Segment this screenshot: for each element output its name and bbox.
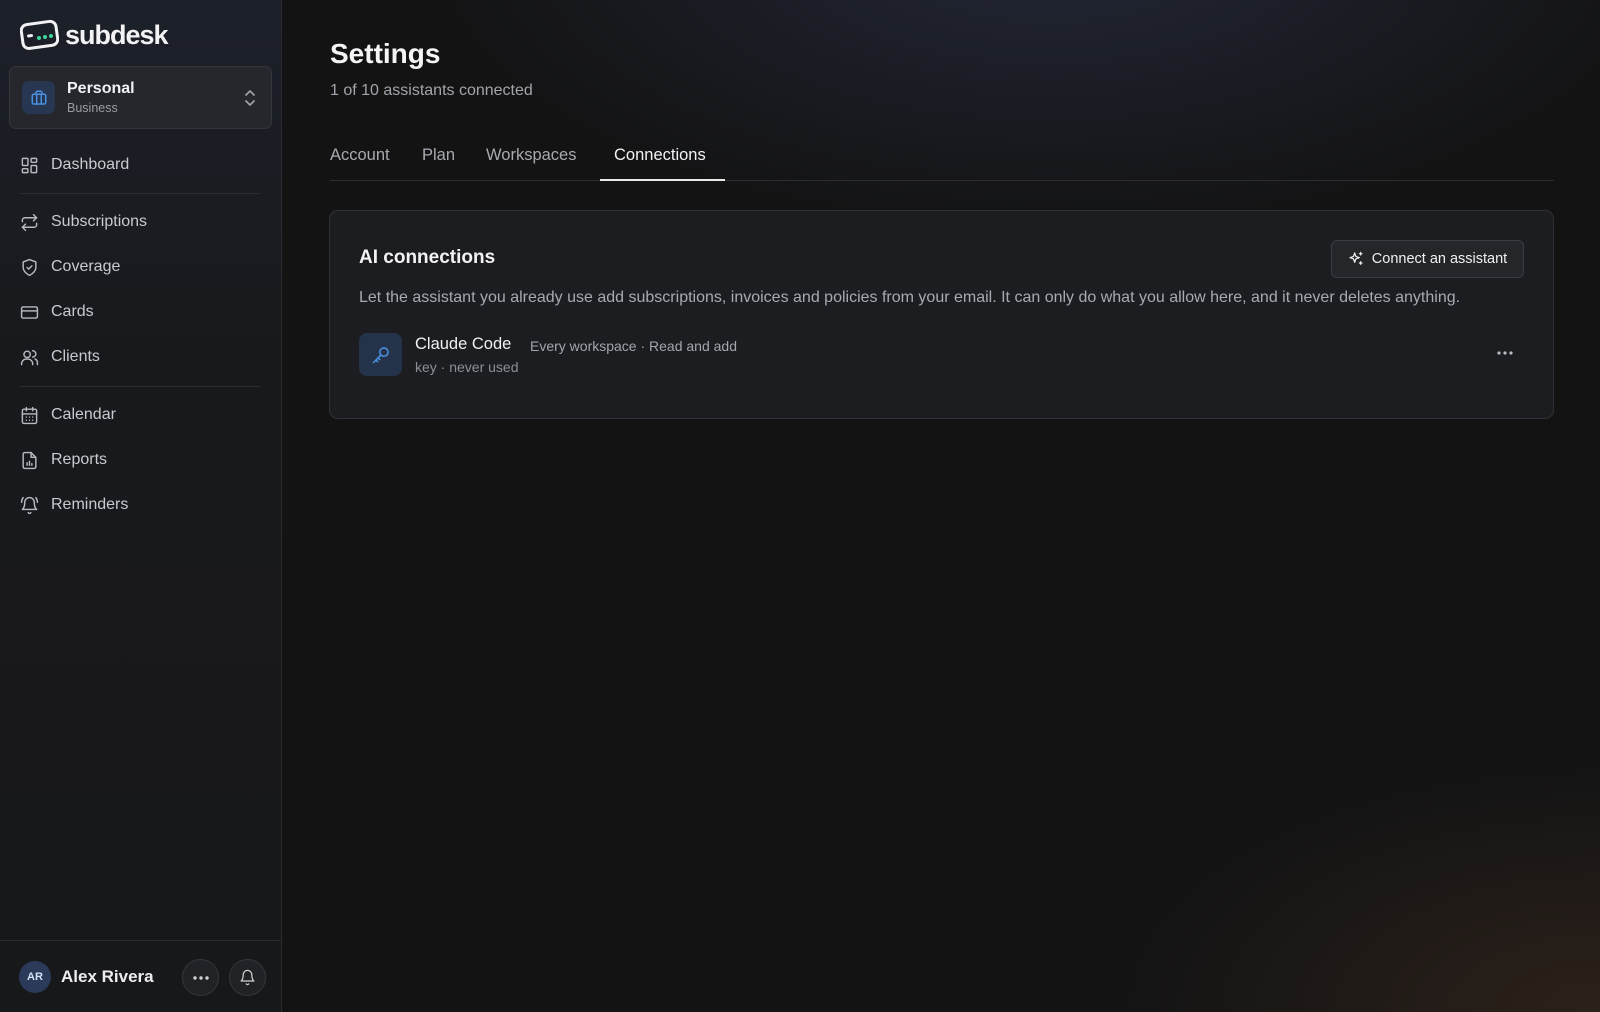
sparkles-icon: [1349, 251, 1363, 265]
ellipsis-icon: [1497, 351, 1513, 355]
tab-connections[interactable]: Connections: [614, 140, 706, 181]
shield-check-icon: [22, 258, 37, 276]
ai-connections-card: AI connections Connect an assistant Let …: [329, 210, 1554, 419]
repeat-icon: [21, 213, 38, 231]
subdesk-logo-icon: [20, 19, 59, 50]
brand-name: subdesk: [65, 19, 169, 50]
sidebar-item-label: Dashboard: [51, 156, 130, 173]
sidebar-item-label: Clients: [51, 348, 100, 365]
sidebar-item-label: Reports: [51, 451, 108, 468]
connect-assistant-label: Connect an assistant: [1371, 251, 1508, 267]
connect-assistant-button[interactable]: Connect an assistant: [1331, 240, 1524, 278]
workspace-name: Personal: [67, 80, 135, 97]
page-title: Settings: [330, 38, 441, 69]
settings-tabs: Account Plan Workspaces Connections: [330, 140, 1554, 181]
more-options-button[interactable]: [182, 959, 219, 996]
page-subtitle: 1 of 10 assistants connected: [330, 82, 533, 99]
grid-icon: [21, 157, 38, 173]
ellipsis-icon: [192, 975, 209, 980]
tab-account[interactable]: Account: [330, 140, 390, 181]
sidebar-item-label: Calendar: [51, 406, 116, 423]
user-name[interactable]: Alex Rivera: [61, 967, 154, 987]
connection-scope: Every workspace · Read and add: [530, 338, 737, 354]
workspace-type: Business: [67, 101, 118, 115]
bell-ring-icon: [20, 496, 39, 514]
tab-workspaces[interactable]: Workspaces: [486, 140, 576, 181]
avatar[interactable]: AR: [19, 961, 51, 993]
sidebar-item-label: Coverage: [51, 258, 121, 275]
sidebar-item-calendar[interactable]: Calendar: [20, 397, 262, 433]
connection-status: key · never used: [415, 359, 519, 375]
sidebar-item-label: Reminders: [51, 496, 129, 513]
sidebar-item-coverage[interactable]: Coverage: [20, 249, 262, 285]
users-icon: [20, 349, 39, 365]
connection-menu-button[interactable]: [1493, 343, 1517, 363]
file-chart-icon: [22, 451, 37, 469]
sidebar-item-label: Cards: [51, 303, 94, 320]
sidebar-footer: AR Alex Rivera: [0, 940, 281, 1012]
connection-name: Claude Code: [415, 335, 512, 353]
bell-icon: [240, 969, 255, 986]
section-description: Let the assistant you already use add su…: [359, 289, 1461, 306]
sidebar-item-cards[interactable]: Cards: [20, 294, 262, 330]
calendar-icon: [21, 406, 38, 424]
credit-card-icon: [20, 305, 39, 319]
notifications-button[interactable]: [229, 959, 266, 996]
sidebar-item-reports[interactable]: Reports: [20, 442, 262, 478]
sidebar-divider: [20, 193, 260, 194]
sidebar-item-reminders[interactable]: Reminders: [20, 487, 262, 523]
sidebar-item-label: Subscriptions: [51, 213, 148, 230]
tab-plan[interactable]: Plan: [422, 140, 455, 181]
chevron-up-down-icon: [245, 90, 255, 106]
workspace-switcher[interactable]: Personal Business: [9, 66, 272, 129]
briefcase-icon: [22, 81, 55, 114]
main-content: Settings 1 of 10 assistants connected Ac…: [282, 0, 1600, 1012]
sidebar: subdesk Personal Business Dashboard Subs…: [0, 0, 282, 1012]
key-icon: [359, 333, 402, 376]
active-tab-indicator: [600, 179, 725, 181]
sidebar-divider: [20, 386, 260, 387]
section-title: AI connections: [359, 247, 496, 268]
sidebar-item-dashboard[interactable]: Dashboard: [20, 147, 262, 183]
sidebar-item-subscriptions[interactable]: Subscriptions: [20, 204, 262, 240]
brand[interactable]: subdesk: [20, 19, 169, 51]
sidebar-item-clients[interactable]: Clients: [20, 339, 262, 375]
